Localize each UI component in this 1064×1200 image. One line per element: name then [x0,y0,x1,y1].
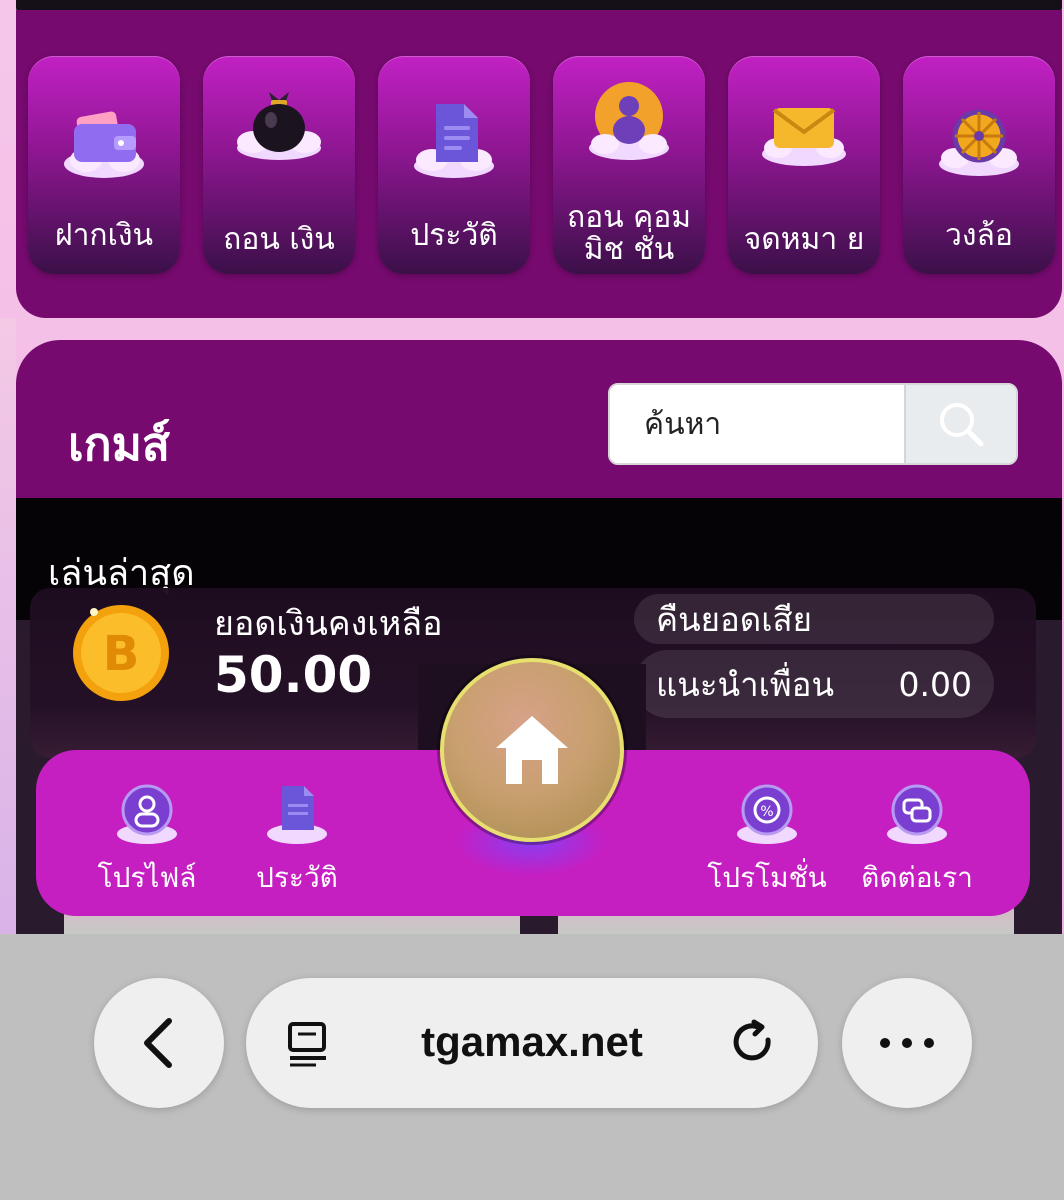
quick-menu-grid: ฝากเงิน ถอน เงิน ประวัติ ถอน คอมมิช ชั่น… [28,56,1055,274]
chevron-left-icon [144,1018,172,1068]
referral-value: 0.00 [898,664,972,704]
cashback-label: คืนยอดเสีย [656,599,812,639]
browser-toolbar: tgamax.net [0,934,1064,1200]
menu-wheel[interactable]: วงล้อ [903,56,1055,274]
balance-value: 50.00 [214,646,373,704]
nav-contact[interactable]: ติดต่อเรา [842,780,992,900]
balance-label: ยอดเงินคงเหลือ [214,604,443,644]
menu-history-label: ประวัติ [410,218,498,253]
referral-pill[interactable]: แนะนำเพื่อน 0.00 [634,650,994,718]
address-bar[interactable]: tgamax.net [246,978,818,1108]
svg-text:%: % [760,804,773,820]
document-icon [406,90,502,186]
more-button[interactable] [842,978,972,1108]
menu-withdraw[interactable]: ถอน เงิน [203,56,355,274]
search-icon [940,403,984,447]
menu-deposit[interactable]: ฝากเงิน [28,56,180,274]
more-dots-icon [880,1038,934,1048]
bitcoin-coin-icon: B [70,602,172,704]
wheel-icon [931,90,1027,186]
nav-promotion-label: โปรโมชั่น [707,861,827,894]
document-icon [267,786,327,844]
menu-deposit-label: ฝากเงิน [55,218,153,253]
search-box [608,383,1018,465]
nav-history-label: ประวัติ [256,861,338,894]
back-button[interactable] [94,978,224,1108]
promotion-badge-icon: % [737,784,797,844]
menu-mail-label: จดหมา ย [743,222,865,257]
menu-withdraw-label: ถอน เงิน [223,222,335,257]
reload-icon[interactable] [728,1018,778,1068]
nav-profile-label: โปรไฟล์ [97,861,197,894]
search-input[interactable] [610,385,904,463]
quick-menu-panel: ฝากเงิน ถอน เงิน ประวัติ ถอน คอมมิช ชั่น… [16,10,1062,318]
home-icon [496,716,568,784]
menu-commission[interactable]: ถอน คอมมิช ชั่น [553,56,705,274]
money-bag-icon [231,70,327,166]
games-title: เกมส์ [68,417,170,471]
wallet-icon [56,90,152,186]
home-button[interactable] [440,658,624,842]
page-background-edge [0,318,16,934]
cashback-pill[interactable]: คืนยอดเสีย [634,594,994,644]
menu-commission-label: ถอน คอมมิช ชั่น [566,200,692,267]
profile-icon [117,784,177,844]
commission-icon [581,76,677,172]
chat-bubbles-icon [887,784,947,844]
envelope-icon [756,80,852,176]
menu-history[interactable]: ประวัติ [378,56,530,274]
nav-contact-label: ติดต่อเรา [861,861,973,894]
menu-mail[interactable]: จดหมา ย [728,56,880,274]
nav-promotion[interactable]: % โปรโมชั่น [692,780,842,900]
referral-label: แนะนำเพื่อน [656,664,835,704]
search-button[interactable] [904,385,1016,463]
menu-wheel-label: วงล้อ [945,218,1013,253]
nav-profile[interactable]: โปรไฟล์ [72,780,222,900]
svg-text:B: B [103,626,140,682]
nav-history[interactable]: ประวัติ [222,780,372,900]
